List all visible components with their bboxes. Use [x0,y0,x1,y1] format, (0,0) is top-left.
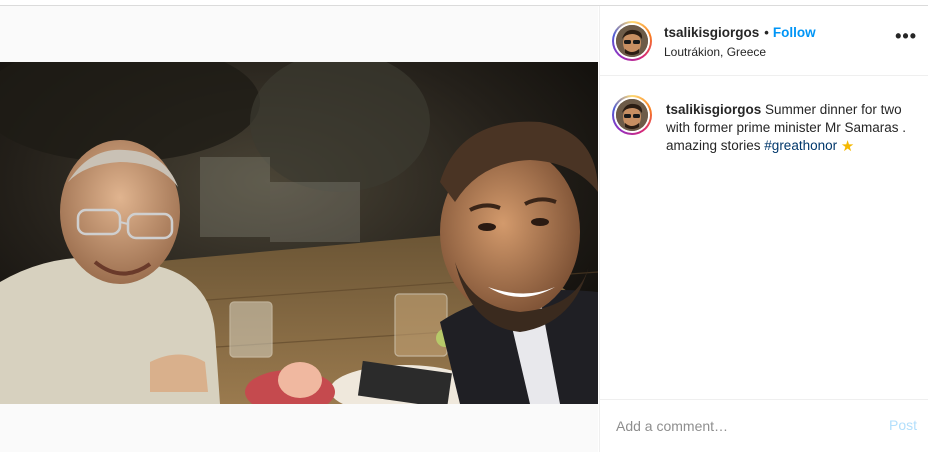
caption-line-2: amazing stories [666,138,765,153]
post-header: tsalikisgiorgos • Follow Loutrákion, Greec… [600,6,928,76]
caption-username[interactable]: tsalikisgiorgos [666,102,761,117]
post-sidebar: tsalikisgiorgos • Follow Loutrákion, Greec… [599,6,928,452]
post-photo[interactable] [0,62,598,404]
star-emoji-icon: ★ [840,138,855,155]
author-avatar[interactable] [612,21,652,61]
caption-text: tsalikisgiorgos Summer dinner for two wi… [666,101,918,155]
author-line: tsalikisgiorgos • Follow [664,24,816,42]
media-column [0,6,598,452]
author-username[interactable]: tsalikisgiorgos [664,25,759,40]
post-location[interactable]: Loutrákion, Greece [664,45,766,59]
comment-bar: Post [600,399,928,452]
post-comment-button[interactable]: Post [889,417,917,433]
avatar-picture [616,99,648,131]
more-options-icon[interactable]: ••• [895,27,917,45]
caption-avatar[interactable] [612,95,652,135]
separator-dot: • [764,25,769,40]
follow-button[interactable]: Follow [773,25,816,40]
hashtag-link[interactable]: #greathonor [764,138,837,153]
avatar-picture [616,25,648,57]
comment-input[interactable] [616,416,866,436]
photo-illustration [0,62,598,404]
